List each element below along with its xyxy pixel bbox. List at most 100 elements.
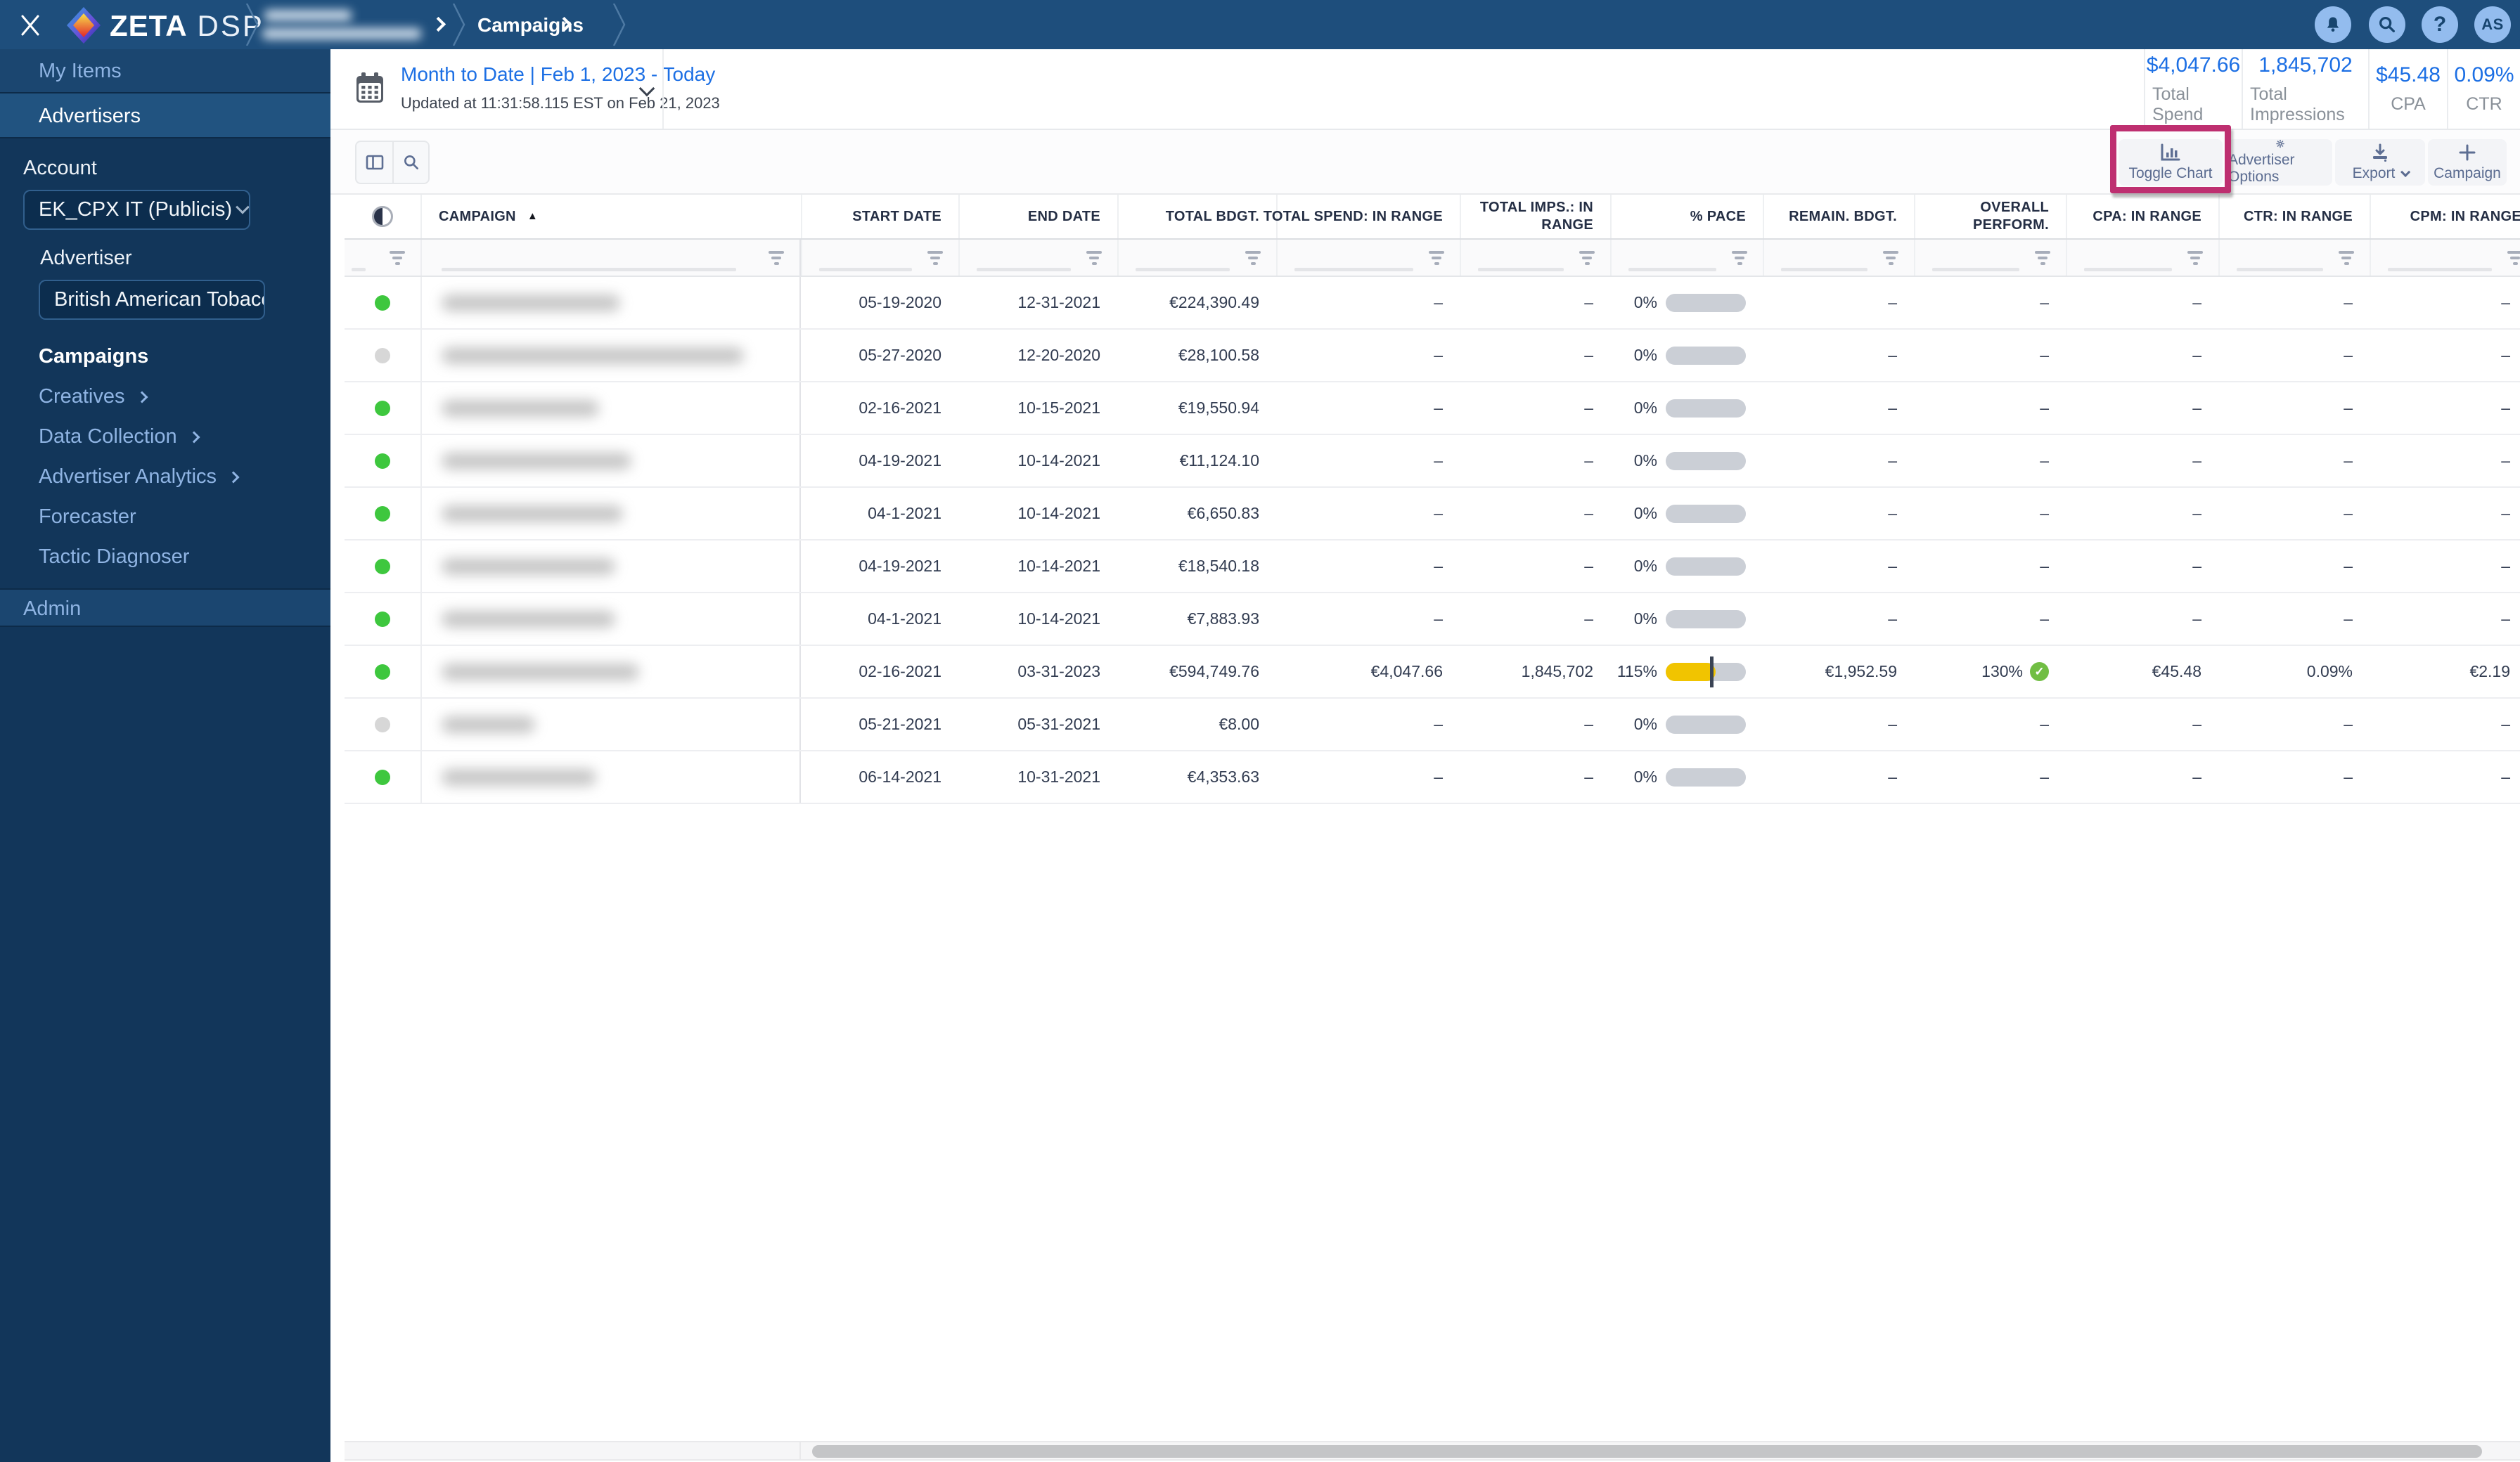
avatar[interactable]: AS (2474, 6, 2511, 43)
date-range-link[interactable]: Month to Date | Feb 1, 2023 - Today (401, 63, 715, 86)
table-row[interactable]: 04-1-2021 10-14-2021 €7,883.93 – – 0% – … (345, 593, 2520, 646)
close-icon[interactable] (18, 13, 42, 37)
total-spend-cell: – (1434, 609, 1443, 628)
status-cell (345, 541, 420, 592)
column-header-campaign[interactable]: CAMPAIGN ▲ (420, 195, 801, 238)
campaign-cell[interactable] (420, 646, 801, 697)
sidebar-item-tactic-diagnoser[interactable]: Tactic Diagnoser (0, 537, 330, 577)
sidebar-item-admin[interactable]: Admin (0, 588, 330, 627)
divider (662, 49, 664, 129)
table-row[interactable]: 04-1-2021 10-14-2021 €6,650.83 – – 0% – … (345, 488, 2520, 541)
sidebar-item-advertiser-analytics[interactable]: Advertiser Analytics (0, 457, 330, 497)
performance-value: – (2040, 609, 2049, 628)
table-row[interactable]: 02-16-2021 10-15-2021 €19,550.94 – – 0% … (345, 382, 2520, 435)
campaign-name-redacted (442, 294, 620, 311)
column-header-end-date[interactable]: END DATE (958, 195, 1117, 238)
filter-cell[interactable] (1117, 240, 1276, 276)
campaign-cell[interactable] (420, 541, 801, 592)
toggle-chart-button[interactable]: Toggle Chart (2119, 139, 2223, 186)
ctr-cell: – (2344, 346, 2353, 364)
column-header-cpa[interactable]: CPA: IN RANGE (2066, 195, 2218, 238)
filter-cell[interactable] (1276, 240, 1460, 276)
sidebar-item-data-collection[interactable]: Data Collection (0, 417, 330, 457)
pace-value: 0% (1633, 504, 1657, 522)
zeta-logo-icon[interactable] (66, 7, 101, 44)
filter-cell[interactable] (2218, 240, 2370, 276)
export-button[interactable]: Export (2335, 139, 2425, 186)
advertiser-select[interactable]: British American Tobacco B.. (39, 280, 265, 320)
table-row[interactable]: 05-21-2021 05-31-2021 €8.00 – – 0% – – ✓… (345, 699, 2520, 751)
column-header-total-budget[interactable]: TOTAL BDGT. (1117, 195, 1276, 238)
account-select[interactable]: EK_CPX IT (Publicis) (23, 190, 250, 230)
sidebar-item-creatives[interactable]: Creatives (0, 377, 330, 417)
filter-icon (2187, 250, 2203, 265)
campaign-cell[interactable] (420, 699, 801, 750)
total-spend-cell: – (1434, 768, 1443, 786)
column-header-ctr[interactable]: CTR: IN RANGE (2218, 195, 2370, 238)
cpm-cell: – (2501, 346, 2510, 364)
column-header-total-spend[interactable]: TOTAL SPEND: IN RANGE (1264, 195, 1460, 238)
add-campaign-button[interactable]: Campaign (2428, 139, 2507, 186)
filter-cell[interactable] (1460, 240, 1610, 276)
pace-bar (1666, 504, 1746, 523)
filter-icon (1579, 250, 1595, 265)
main-header: Month to Date | Feb 1, 2023 - Today Upda… (330, 49, 2520, 130)
table-row[interactable]: 04-19-2021 10-14-2021 €11,124.10 – – 0% … (345, 435, 2520, 488)
ctr-cell: – (2344, 504, 2353, 522)
column-header-pace[interactable]: % PACE (1610, 195, 1763, 238)
campaign-cell[interactable] (420, 488, 801, 539)
table-search-icon[interactable] (392, 142, 428, 183)
remaining-budget-cell: – (1888, 504, 1897, 522)
campaign-cell[interactable] (420, 593, 801, 645)
campaign-cell[interactable] (420, 330, 801, 381)
column-header-overall-performance[interactable]: OVERALL PERFORM. (1914, 195, 2066, 238)
campaign-cell[interactable] (420, 382, 801, 434)
table-row[interactable]: 05-27-2020 12-20-2020 €28,100.58 – – 0% … (345, 330, 2520, 382)
pace-value: 0% (1633, 715, 1657, 733)
columns-icon[interactable] (356, 142, 392, 183)
filter-cell[interactable] (2370, 240, 2520, 276)
filter-cell[interactable] (2066, 240, 2218, 276)
column-header-status[interactable] (345, 195, 420, 238)
column-header-cpm[interactable]: CPM: IN RANGE (2370, 195, 2520, 238)
sidebar-item-advertisers[interactable]: Advertisers (0, 93, 330, 138)
pace-bar (1666, 715, 1746, 734)
total-impressions-cell: – (1584, 346, 1593, 364)
total-impressions-cell: – (1584, 768, 1593, 786)
remaining-budget-cell: – (1888, 557, 1897, 575)
pace-cell: 0% (1610, 699, 1763, 750)
campaign-cell[interactable] (420, 277, 801, 328)
table-row[interactable]: 05-19-2020 12-31-2021 €224,390.49 – – 0%… (345, 277, 2520, 330)
sidebar-item-forecaster[interactable]: Forecaster (0, 497, 330, 537)
sidebar-item-campaigns[interactable]: Campaigns (0, 337, 330, 377)
help-icon[interactable]: ? (2422, 6, 2458, 43)
filter-cell[interactable] (345, 240, 420, 276)
status-dot (375, 611, 390, 627)
filter-cell[interactable] (1763, 240, 1914, 276)
column-header-start-date[interactable]: START DATE (801, 195, 958, 238)
end-date-cell: 10-31-2021 (1017, 768, 1100, 786)
table-row[interactable]: 02-16-2021 03-31-2023 €594,749.76 €4,047… (345, 646, 2520, 699)
search-icon[interactable] (2369, 6, 2405, 43)
column-header-total-imps[interactable]: TOTAL IMPS.: IN RANGE (1460, 195, 1610, 238)
total-impressions-cell: – (1584, 557, 1593, 575)
notifications-bell-icon[interactable] (2315, 6, 2351, 43)
overall-performance-cell: – ✓ (1914, 382, 2066, 434)
advertiser-options-button[interactable]: Advertiser Options (2228, 139, 2332, 186)
chevron-right-icon[interactable] (430, 16, 446, 32)
filter-cell[interactable] (1914, 240, 2066, 276)
table-row[interactable]: 06-14-2021 10-31-2021 €4,353.63 – – 0% –… (345, 751, 2520, 804)
campaign-cell[interactable] (420, 435, 801, 486)
horizontal-scrollbar-thumb[interactable] (812, 1445, 2482, 1458)
column-header-remaining-budget[interactable]: REMAIN. BDGT. (1763, 195, 1914, 238)
table-row[interactable]: 04-19-2021 10-14-2021 €18,540.18 – – 0% … (345, 541, 2520, 593)
campaign-cell[interactable] (420, 751, 801, 803)
filter-cell[interactable] (958, 240, 1117, 276)
filter-icon (390, 250, 405, 265)
filter-cell[interactable] (1610, 240, 1763, 276)
filter-cell[interactable] (420, 240, 801, 276)
calendar-icon[interactable] (355, 72, 385, 104)
view-icon-group (355, 141, 430, 184)
sidebar-item-my-items[interactable]: My Items (0, 49, 330, 93)
filter-cell[interactable] (801, 240, 958, 276)
